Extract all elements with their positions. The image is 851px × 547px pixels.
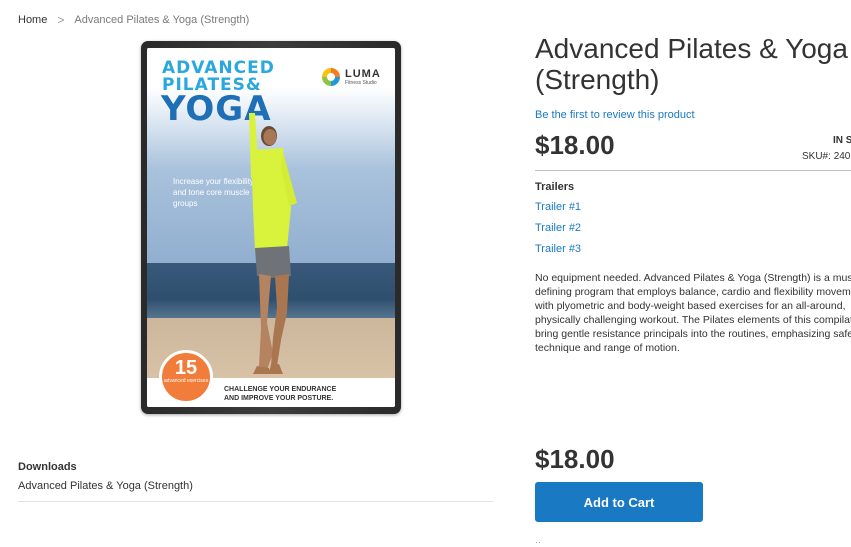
description-line: defining program that employs balance, c… — [535, 286, 851, 298]
product-price: $18.00 — [535, 130, 615, 160]
description-line: with plyometric and body-weight based ex… — [535, 300, 846, 312]
page-title-line1: Advanced Pilates & Yoga — [535, 33, 848, 64]
cover-challenge-text: CHALLENGE YOUR ENDURANCE AND IMPROVE YOU… — [224, 385, 336, 403]
product-image[interactable]: ADVANCED PILATES& YOGA LUMA Fitness Stud… — [141, 41, 401, 414]
price-divider — [535, 170, 851, 171]
dvd-cover: ADVANCED PILATES& YOGA LUMA Fitness Stud… — [147, 48, 395, 407]
description-line: technique and range of motion. — [535, 342, 680, 354]
badge-text: advanced exercises — [163, 378, 209, 384]
yoga-person-figure — [249, 113, 297, 374]
description-line: No equipment needed. Advanced Pilates & … — [535, 272, 851, 284]
challenge-line2: AND IMPROVE YOUR POSTURE. — [224, 395, 334, 402]
luma-logo-icon — [322, 68, 340, 86]
downloads-item: Advanced Pilates & Yoga (Strength) — [18, 480, 193, 492]
challenge-line1: CHALLENGE YOUR ENDURANCE — [224, 386, 337, 393]
below-button-text: ·· — [535, 537, 541, 547]
exercise-count-badge: 15 advanced exercises — [159, 350, 213, 404]
trailer-link-1[interactable]: Trailer #1 — [535, 201, 581, 213]
trailers-title: Trailers — [535, 181, 575, 193]
breadcrumb-current: Advanced Pilates & Yoga (Strength) — [74, 14, 250, 26]
product-description: No equipment needed. Advanced Pilates & … — [535, 271, 851, 355]
description-line: physically challenging workout. The Pila… — [535, 314, 851, 326]
sku-value: 240 — [833, 151, 851, 162]
downloads-title: Downloads — [18, 461, 77, 473]
luma-logo: LUMA Fitness Studio — [322, 68, 381, 86]
product-sku: SKU#: 240 — [802, 151, 850, 162]
stock-status: IN S — [833, 135, 851, 146]
page-title: Advanced Pilates & Yoga (Strength) — [535, 33, 851, 95]
breadcrumb-home-link[interactable]: Home — [18, 14, 47, 26]
add-to-cart-button[interactable]: Add to Cart — [535, 482, 703, 522]
trailer-link-2[interactable]: Trailer #2 — [535, 222, 581, 234]
trailer-link-3[interactable]: Trailer #3 — [535, 243, 581, 255]
sku-label: SKU#: — [802, 151, 831, 162]
description-line: bring gentle resistance principals into … — [535, 328, 851, 340]
logo-brand-sub: Fitness Studio — [345, 79, 377, 86]
badge-number: 15 — [174, 357, 198, 379]
product-price-bottom: $18.00 — [535, 444, 615, 474]
chevron-right-icon: > — [57, 13, 65, 27]
review-link[interactable]: Be the first to review this product — [535, 109, 695, 121]
downloads-divider — [18, 501, 493, 502]
breadcrumb: Home > Advanced Pilates & Yoga (Strength… — [18, 13, 249, 27]
logo-brand: LUMA — [345, 67, 381, 80]
page-title-line2: (Strength) — [535, 64, 660, 95]
